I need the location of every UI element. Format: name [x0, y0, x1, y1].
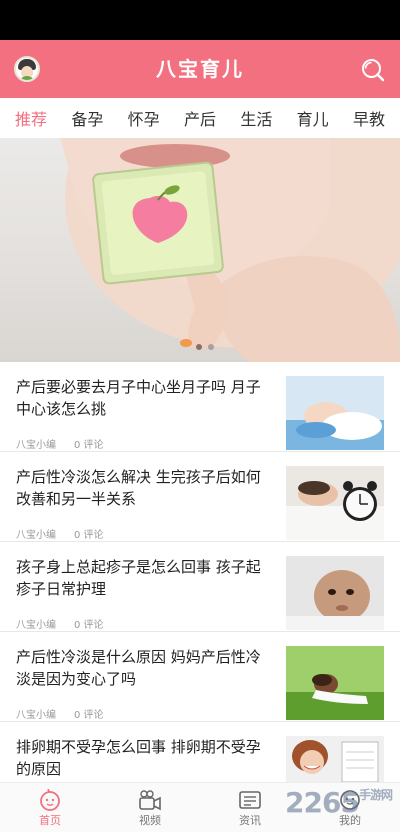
article-author: 八宝小编 [16, 440, 56, 451]
article-title[interactable]: 排卵期不受孕怎么回事 排卵期不受孕的原因 [16, 736, 274, 780]
article-meta: 八宝小编 0 评论 [16, 436, 104, 451]
article-thumbnail[interactable] [286, 376, 384, 450]
article-thumbnail[interactable] [286, 646, 384, 720]
article-comments: 0 评论 [74, 710, 104, 721]
article-item[interactable]: 产后性冷淡怎么解决 生完孩子后如何改善和另一半关系 八宝小编 0 评论 [0, 452, 400, 542]
nav-label: 首页 [39, 814, 61, 827]
article-comments: 0 评论 [74, 620, 104, 631]
tab-early-education[interactable]: 早教 [353, 106, 385, 130]
app-header: 八宝育儿 [0, 40, 400, 98]
article-meta: 八宝小编 0 评论 [16, 706, 104, 721]
category-tabs: 推荐 备孕 怀孕 产后 生活 育儿 早教 [0, 98, 400, 138]
article-author: 八宝小编 [16, 530, 56, 541]
nav-video[interactable]: 视频 [100, 783, 200, 832]
app-title: 八宝育儿 [156, 57, 244, 81]
article-meta: 八宝小编 0 评论 [16, 616, 104, 631]
site-watermark: 2265手游网 [285, 786, 393, 819]
article-list: 产后要必要去月子中心坐月子吗 月子中心该怎么挑 八宝小编 0 评论 产后性冷淡怎么… [0, 362, 400, 812]
article-author: 八宝小编 [16, 710, 56, 721]
carousel-dot[interactable] [196, 344, 202, 350]
article-item[interactable]: 产后要必要去月子中心坐月子吗 月子中心该怎么挑 八宝小编 0 评论 [0, 362, 400, 452]
article-title[interactable]: 孩子身上总起疹子是怎么回事 孩子起疹子日常护理 [16, 556, 274, 600]
video-camera-icon [139, 790, 161, 811]
article-comments: 0 评论 [74, 440, 104, 451]
tab-parenting[interactable]: 育儿 [297, 106, 329, 130]
tab-pregnancy[interactable]: 怀孕 [128, 106, 160, 130]
banner-carousel[interactable] [0, 138, 400, 362]
nav-home[interactable]: 首页 [0, 783, 100, 832]
news-icon [239, 791, 261, 809]
status-bar [0, 0, 400, 40]
carousel-indicator [196, 344, 214, 350]
article-item[interactable]: 产后性冷淡是什么原因 妈妈产后性冷淡是因为变心了吗 八宝小编 0 评论 [0, 632, 400, 722]
article-meta: 八宝小编 0 评论 [16, 526, 104, 541]
article-item[interactable]: 孩子身上总起疹子是怎么回事 孩子起疹子日常护理 八宝小编 0 评论 [0, 542, 400, 632]
article-title[interactable]: 产后要必要去月子中心坐月子吗 月子中心该怎么挑 [16, 376, 274, 420]
tab-recommend[interactable]: 推荐 [15, 106, 47, 130]
banner-image [60, 138, 400, 362]
tab-postpartum[interactable]: 产后 [184, 106, 216, 130]
carousel-dot[interactable] [208, 344, 214, 350]
article-title[interactable]: 产后性冷淡怎么解决 生完孩子后如何改善和另一半关系 [16, 466, 274, 510]
search-icon[interactable] [360, 57, 386, 83]
baby-face-icon [40, 789, 60, 811]
article-thumbnail[interactable] [286, 556, 384, 630]
article-title[interactable]: 产后性冷淡是什么原因 妈妈产后性冷淡是因为变心了吗 [16, 646, 274, 690]
article-comments: 0 评论 [74, 530, 104, 541]
tab-pre-pregnancy[interactable]: 备孕 [71, 106, 103, 130]
article-author: 八宝小编 [16, 620, 56, 631]
article-thumbnail[interactable] [286, 466, 384, 540]
nav-label: 视频 [139, 814, 161, 827]
tab-life[interactable]: 生活 [240, 106, 272, 130]
